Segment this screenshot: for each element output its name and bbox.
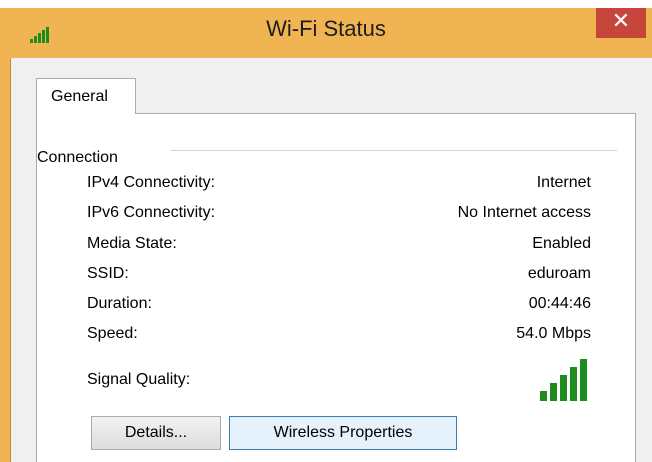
close-icon: ✕: [611, 9, 631, 34]
row-signal-quality: Signal Quality:: [87, 371, 591, 393]
tab-general-label: General: [51, 88, 108, 105]
duration-value: 00:44:46: [528, 295, 591, 312]
connection-group-label: Connection: [37, 149, 122, 167]
row-media-state: Media State: Enabled: [87, 235, 591, 257]
speed-label: Speed:: [87, 325, 138, 342]
media-state-value: Enabled: [532, 235, 591, 252]
row-ipv6-connectivity: IPv6 Connectivity: No Internet access: [87, 204, 591, 226]
row-duration: Duration: 00:44:46: [87, 295, 591, 317]
ipv4-connectivity-label: IPv4 Connectivity:: [87, 174, 216, 191]
ssid-value: eduroam: [527, 265, 591, 282]
background-window-strip: [0, 0, 652, 8]
close-button[interactable]: ✕: [596, 8, 646, 38]
ipv6-connectivity-value: No Internet access: [457, 204, 591, 221]
signal-strength-icon: [540, 359, 592, 406]
row-ipv4-connectivity: IPv4 Connectivity: Internet: [87, 174, 591, 196]
dialog-body: General Connection IPv4 Connectivity: In…: [10, 58, 652, 462]
ssid-label: SSID:: [87, 265, 129, 282]
details-button[interactable]: Details...: [91, 416, 221, 450]
tab-general[interactable]: General: [36, 78, 136, 114]
row-speed: Speed: 54.0 Mbps: [87, 325, 591, 347]
duration-label: Duration:: [87, 295, 152, 312]
media-state-label: Media State:: [87, 235, 177, 252]
speed-value: 54.0 Mbps: [516, 325, 591, 342]
title-bar[interactable]: Wi-Fi Status ✕: [0, 8, 652, 58]
ipv4-connectivity-value: Internet: [536, 174, 591, 191]
signal-quality-label: Signal Quality:: [87, 371, 191, 388]
tab-panel-general: [36, 113, 636, 462]
connection-group-divider: [171, 150, 617, 151]
wireless-properties-button[interactable]: Wireless Properties: [229, 416, 457, 450]
ipv6-connectivity-label: IPv6 Connectivity:: [87, 204, 216, 221]
row-ssid: SSID: eduroam: [87, 265, 591, 287]
window-title: Wi-Fi Status: [266, 16, 386, 41]
